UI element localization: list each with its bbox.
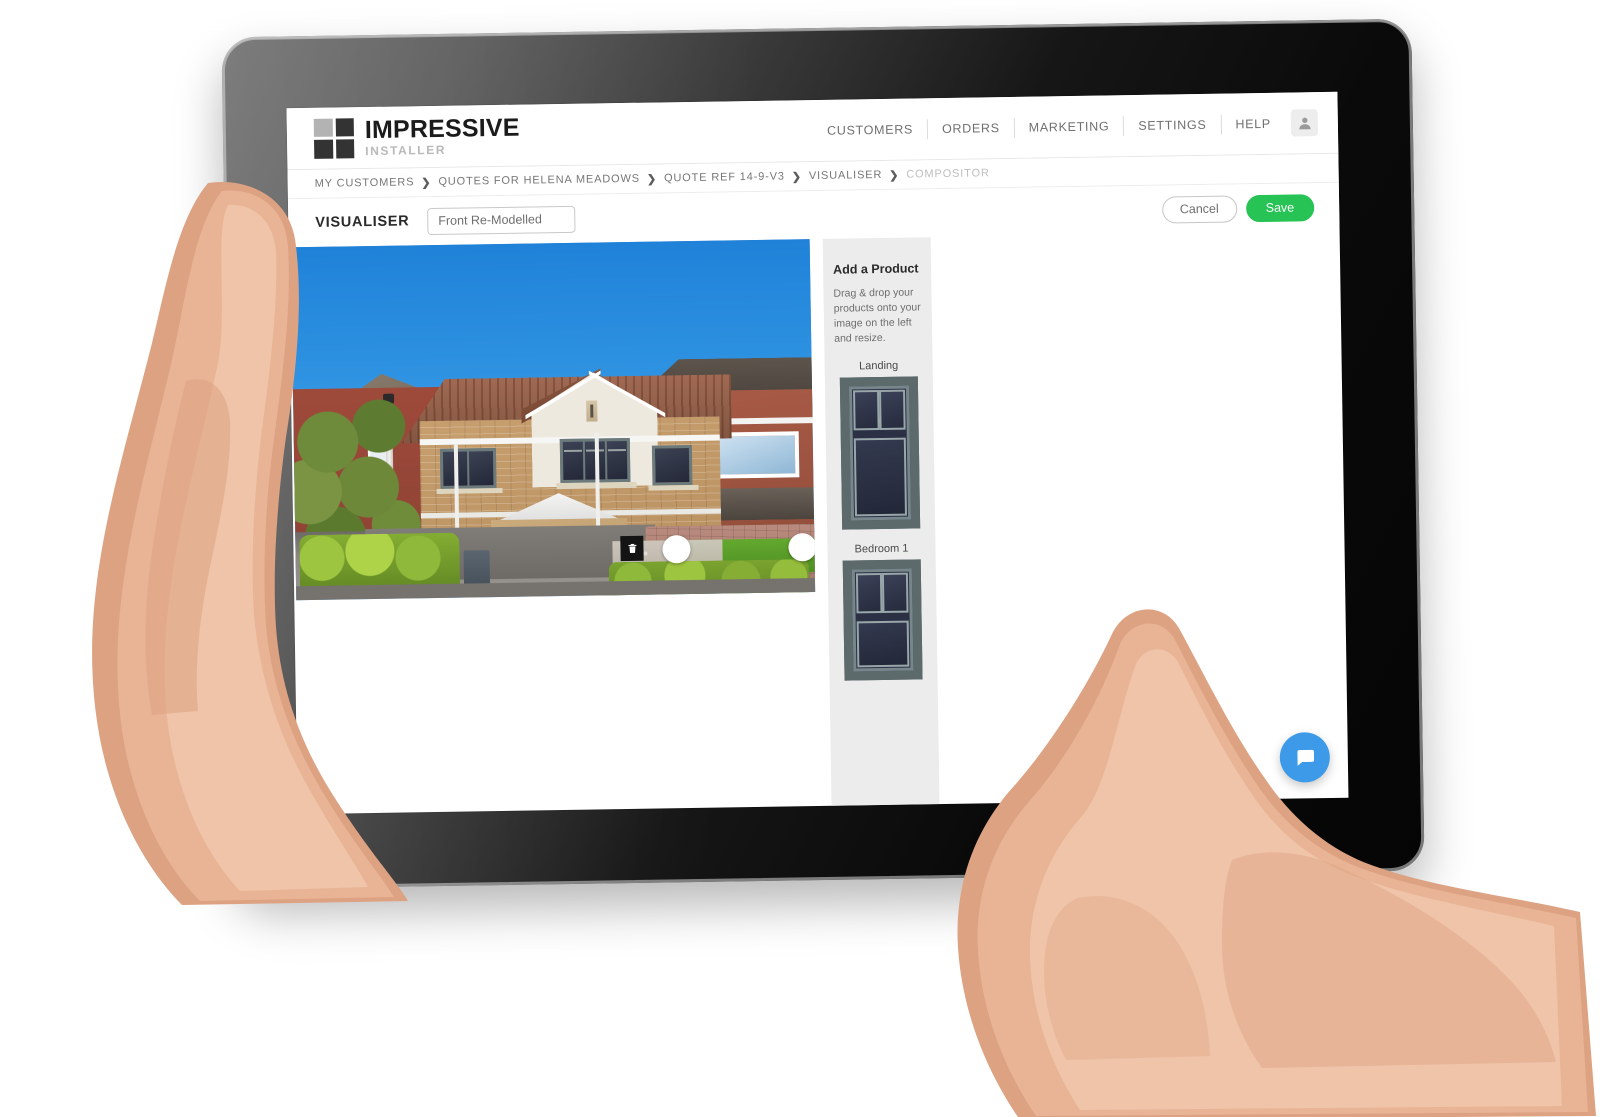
product-thumbnail-bedroom-1[interactable] xyxy=(842,559,923,681)
breadcrumb-item-visualiser[interactable]: VISUALISER xyxy=(809,169,882,182)
app-screen: IMPRESSIVE INSTALLER CUSTOMERS ORDERS MA… xyxy=(286,91,1349,815)
toolbar-right: Cancel Save xyxy=(1161,193,1315,224)
product-label: Landing xyxy=(858,359,899,372)
panel-description: Drag & drop your products onto your imag… xyxy=(833,286,921,345)
product-thumbnail-landing[interactable] xyxy=(839,376,921,530)
upper-right-window xyxy=(651,444,693,486)
nav-item-marketing[interactable]: MARKETING xyxy=(1014,115,1125,138)
breadcrumb-item-compositor: COMPOSITOR xyxy=(906,167,990,181)
upper-left-window xyxy=(439,448,497,489)
user-avatar-icon[interactable] xyxy=(1290,109,1319,137)
add-product-panel: Add a Product Drag & drop your products … xyxy=(822,237,940,806)
page-title: VISUALISER xyxy=(315,213,410,231)
upper-left-window-sill xyxy=(436,487,503,494)
resize-handle-top-right[interactable] xyxy=(788,533,816,562)
workspace: Add a Product Drag & drop your products … xyxy=(289,231,1349,814)
canvas-area[interactable] xyxy=(290,239,820,814)
chevron-right-icon: ❯ xyxy=(889,169,900,182)
save-button[interactable]: Save xyxy=(1245,193,1315,222)
brand-text: IMPRESSIVE INSTALLER xyxy=(364,113,520,159)
cancel-button[interactable]: Cancel xyxy=(1161,194,1237,224)
delete-product-button[interactable] xyxy=(620,535,644,562)
chevron-right-icon: ❯ xyxy=(646,172,658,186)
toolbar-left: VISUALISER xyxy=(315,205,576,236)
chevron-right-icon: ❯ xyxy=(421,176,432,189)
screenshot-root: IMPRESSIVE INSTALLER CUSTOMERS ORDERS MA… xyxy=(0,0,1600,1117)
upper-right-window-sill xyxy=(648,484,699,491)
product-item-bedroom-1[interactable]: Bedroom 1 xyxy=(837,542,927,681)
breadcrumb-item-quotes[interactable]: QUOTES FOR HELENA MEADOWS xyxy=(438,173,640,188)
top-navigation: CUSTOMERS ORDERS MARKETING SETTINGS HELP xyxy=(812,109,1319,144)
nav-item-customers[interactable]: CUSTOMERS xyxy=(812,118,929,141)
product-label: Bedroom 1 xyxy=(854,542,909,556)
product-item-landing[interactable]: Landing xyxy=(835,359,926,530)
house-photo[interactable] xyxy=(290,239,816,601)
nav-item-settings[interactable]: SETTINGS xyxy=(1124,114,1222,136)
chevron-right-icon: ❯ xyxy=(791,170,803,183)
brand-subtitle: INSTALLER xyxy=(365,142,447,159)
brand-name: IMPRESSIVE xyxy=(364,113,520,145)
logo-squares-icon xyxy=(313,117,355,159)
nav-item-orders[interactable]: ORDERS xyxy=(927,117,1015,139)
nav-item-help[interactable]: HELP xyxy=(1221,113,1285,134)
breadcrumb-item-my-customers[interactable]: MY CUSTOMERS xyxy=(315,176,415,190)
design-name-input[interactable] xyxy=(427,205,576,235)
panel-title: Add a Product xyxy=(833,261,919,277)
brand-logo[interactable]: IMPRESSIVE INSTALLER xyxy=(313,113,520,159)
breadcrumb-item-quote-ref[interactable]: QUOTE REF 14-9-V3 xyxy=(664,170,785,184)
gable-vent xyxy=(586,400,598,422)
